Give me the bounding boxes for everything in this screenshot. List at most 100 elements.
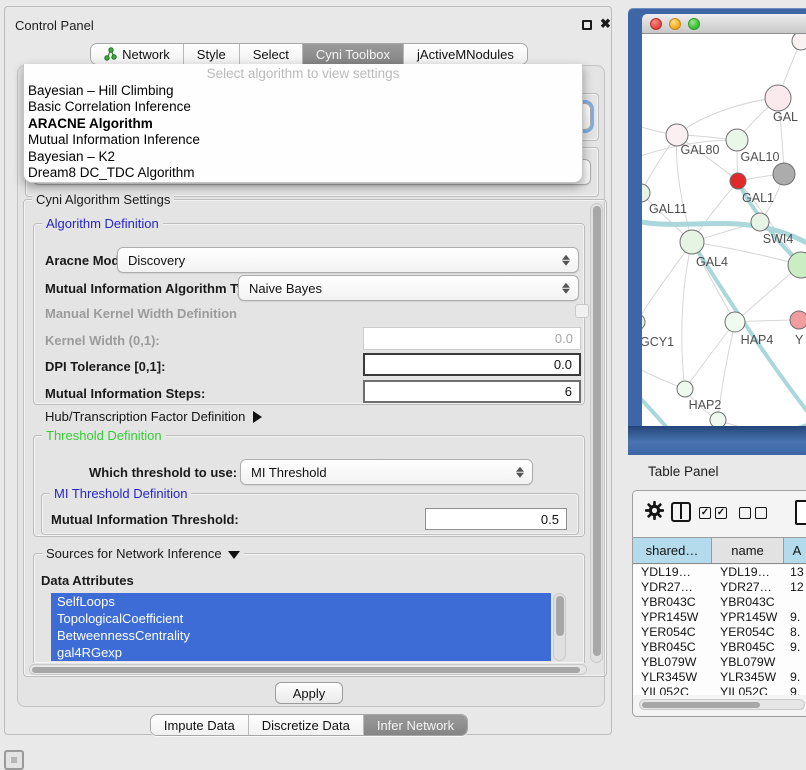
- control-panel-window: Control Panel ✖ NetworkStyleSelectCyni T…: [4, 6, 612, 735]
- select-all-checkbox-icon[interactable]: ✓: [699, 507, 711, 519]
- mi-type-value: Naive Bayes: [249, 281, 322, 296]
- attribute-list-item[interactable]: gal4RGexp: [51, 644, 551, 661]
- dropdown-item[interactable]: Mutual Information Inference: [24, 132, 582, 148]
- deselect-all-checkbox2-icon[interactable]: [755, 507, 767, 519]
- network-edge[interactable]: [685, 322, 735, 389]
- network-window-titlebar[interactable]: [642, 14, 806, 34]
- network-node[interactable]: [765, 85, 791, 111]
- float-window-icon[interactable]: [582, 20, 592, 30]
- column-header-shared-name[interactable]: shared…: [633, 538, 712, 563]
- which-threshold-label: Which threshold to use:: [89, 465, 237, 480]
- dpi-tolerance-label: DPI Tolerance [0,1]:: [45, 359, 165, 374]
- manual-kernel-checkbox[interactable]: [575, 304, 589, 318]
- network-node[interactable]: [792, 34, 806, 50]
- network-node[interactable]: [680, 230, 704, 254]
- mi-threshold-definition-title: MI Threshold Definition: [50, 486, 191, 501]
- data-attributes-list[interactable]: SelfLoopsTopologicalCoefficientBetweenne…: [51, 593, 551, 661]
- tab-discretize-data[interactable]: Discretize Data: [249, 715, 364, 735]
- dropdown-item[interactable]: Dream8 DC_TDC Algorithm: [24, 165, 582, 181]
- network-node-label: GAL80: [681, 143, 720, 157]
- table-row[interactable]: YDR27…YDR27…12: [633, 580, 806, 595]
- column-header-name[interactable]: name: [712, 538, 784, 563]
- settings-group-title: Cyni Algorithm Settings: [32, 192, 174, 207]
- mi-steps-field[interactable]: 6: [363, 380, 581, 403]
- network-node[interactable]: [710, 412, 726, 426]
- collapsed-arrow-icon: [253, 411, 262, 423]
- aracne-mode-select[interactable]: Discovery: [117, 247, 579, 273]
- dropdown-item-list: Bayesian – Hill ClimbingBasic Correlatio…: [24, 83, 582, 181]
- minimize-traffic-light-icon[interactable]: [669, 18, 681, 30]
- network-edge[interactable]: [682, 242, 692, 389]
- minimized-panel-icon[interactable]: [4, 750, 24, 770]
- algorithm-dropdown-popup: Select algorithm to view settings Bayesi…: [23, 64, 583, 183]
- network-node[interactable]: [730, 173, 746, 189]
- hub-definition-toggle[interactable]: Hub/Transcription Factor Definition: [45, 409, 262, 424]
- table-row[interactable]: YIL052CYIL052C9.: [633, 685, 806, 695]
- network-node-label: GAL: [773, 110, 798, 124]
- split-columns-icon[interactable]: [671, 502, 691, 522]
- table-panel-title: Table Panel: [648, 464, 719, 479]
- table-row[interactable]: YLR345WYLR345W9.: [633, 670, 806, 685]
- attribute-list-item[interactable]: SelfLoops: [51, 593, 551, 610]
- mi-steps-label: Mutual Information Steps:: [45, 386, 205, 401]
- mi-type-select[interactable]: Naive Bayes: [238, 275, 579, 301]
- network-node[interactable]: [642, 314, 645, 330]
- select-all-checkbox2-icon[interactable]: ✓: [715, 507, 727, 519]
- table-row[interactable]: YDL19…YDL19…13: [633, 565, 806, 580]
- table-row[interactable]: YBL079WYBL079W: [633, 655, 806, 670]
- attribute-list-item[interactable]: BetweennessCentrality: [51, 627, 551, 644]
- network-edge[interactable]: [677, 98, 778, 135]
- dropdown-item[interactable]: Basic Correlation Inference: [24, 99, 582, 115]
- apply-button[interactable]: Apply: [275, 682, 343, 704]
- tab-jactivemnodules[interactable]: jActiveMNodules: [404, 44, 527, 64]
- network-node-label: GAL11: [649, 202, 687, 216]
- zoom-traffic-light-icon[interactable]: [688, 18, 700, 30]
- aracne-mode-value: Discovery: [128, 253, 185, 268]
- tab-impute-data[interactable]: Impute Data: [151, 715, 249, 735]
- combo-arrows-icon: [562, 281, 570, 296]
- network-node[interactable]: [773, 163, 795, 185]
- column-header-partial[interactable]: A: [784, 538, 806, 563]
- network-canvas[interactable]: GALGAL80GAL10GAL1GAL11SWI4GAL4HAP4YGCY1H…: [642, 34, 806, 426]
- dpi-tolerance-field[interactable]: 0.0: [363, 353, 581, 376]
- table-rows[interactable]: YDL19…YDL19…13YDR27…YDR27…12YBR043CYBR04…: [633, 565, 806, 695]
- algorithm-definition-title: Algorithm Definition: [42, 216, 163, 231]
- expanded-arrow-icon: [228, 551, 240, 559]
- network-node[interactable]: [642, 184, 650, 202]
- network-node[interactable]: [790, 311, 806, 329]
- settings-horizontal-scrollbar[interactable]: [29, 664, 587, 675]
- table-row[interactable]: YER054CYER054C8.: [633, 625, 806, 640]
- tab-cyni-toolbox[interactable]: Cyni Toolbox: [303, 44, 404, 64]
- network-node[interactable]: [751, 213, 769, 231]
- manual-kernel-label: Manual Kernel Width Definition: [45, 306, 237, 321]
- table-row[interactable]: YPR145WYPR145W9.: [633, 610, 806, 625]
- network-node-label: HAP2: [689, 398, 722, 412]
- kernel-width-field[interactable]: 0.0: [363, 327, 581, 350]
- table-row[interactable]: YBR043CYBR043C: [633, 595, 806, 610]
- settings-vertical-scrollbar[interactable]: [590, 203, 603, 663]
- network-node[interactable]: [725, 312, 745, 332]
- table-row[interactable]: YBR045CYBR045C9.: [633, 640, 806, 655]
- network-node[interactable]: [677, 381, 693, 397]
- mi-threshold-field[interactable]: 0.5: [425, 508, 567, 530]
- export-table-icon[interactable]: [795, 500, 806, 525]
- mi-type-label: Mutual Information Algorithm Type:: [45, 281, 264, 296]
- combo-arrows-icon: [562, 253, 570, 268]
- gear-icon[interactable]: [645, 501, 664, 520]
- dropdown-item[interactable]: Bayesian – K2: [24, 149, 582, 165]
- attributes-list-scrollbar[interactable]: [553, 593, 566, 661]
- tab-network[interactable]: Network: [91, 44, 184, 64]
- tab-infer-network[interactable]: Infer Network: [364, 715, 467, 735]
- dropdown-item[interactable]: Bayesian – Hill Climbing: [24, 83, 582, 99]
- attribute-list-item[interactable]: TopologicalCoefficient: [51, 610, 551, 627]
- tab-style[interactable]: Style: [184, 44, 240, 64]
- network-node[interactable]: [726, 129, 748, 151]
- window-title: Control Panel: [15, 18, 94, 33]
- which-threshold-select[interactable]: MI Threshold: [240, 459, 533, 485]
- deselect-all-checkbox-icon[interactable]: [739, 507, 751, 519]
- close-icon[interactable]: ✖: [600, 16, 611, 32]
- table-horizontal-scrollbar[interactable]: [639, 699, 805, 710]
- tab-select[interactable]: Select: [240, 44, 303, 64]
- dropdown-item[interactable]: ARACNE Algorithm: [24, 116, 582, 132]
- close-traffic-light-icon[interactable]: [650, 18, 662, 30]
